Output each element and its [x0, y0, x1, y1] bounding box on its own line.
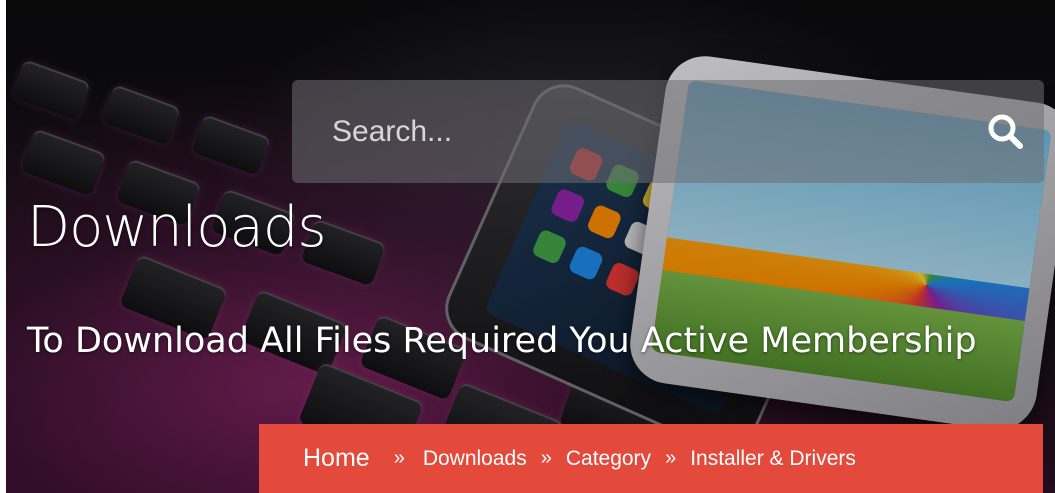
- breadcrumb-category-link[interactable]: Category: [566, 447, 651, 471]
- search-bar: [292, 80, 1044, 183]
- page-title: Downloads: [27, 195, 327, 260]
- breadcrumb: Home » Downloads » Category » Installer …: [259, 424, 1043, 493]
- breadcrumb-current[interactable]: Installer & Drivers: [690, 447, 856, 471]
- breadcrumb-home-link[interactable]: Home: [303, 444, 370, 473]
- double-chevron-right-icon: »: [540, 447, 552, 469]
- search-icon: [988, 114, 1023, 149]
- search-button[interactable]: [984, 110, 1026, 152]
- double-chevron-right-icon: »: [665, 447, 677, 469]
- breadcrumb-downloads-link[interactable]: Downloads: [423, 447, 527, 471]
- search-input[interactable]: [330, 102, 934, 162]
- double-chevron-right-icon: »: [393, 447, 405, 469]
- page-subtitle: To Download All Files Required You Activ…: [27, 321, 977, 361]
